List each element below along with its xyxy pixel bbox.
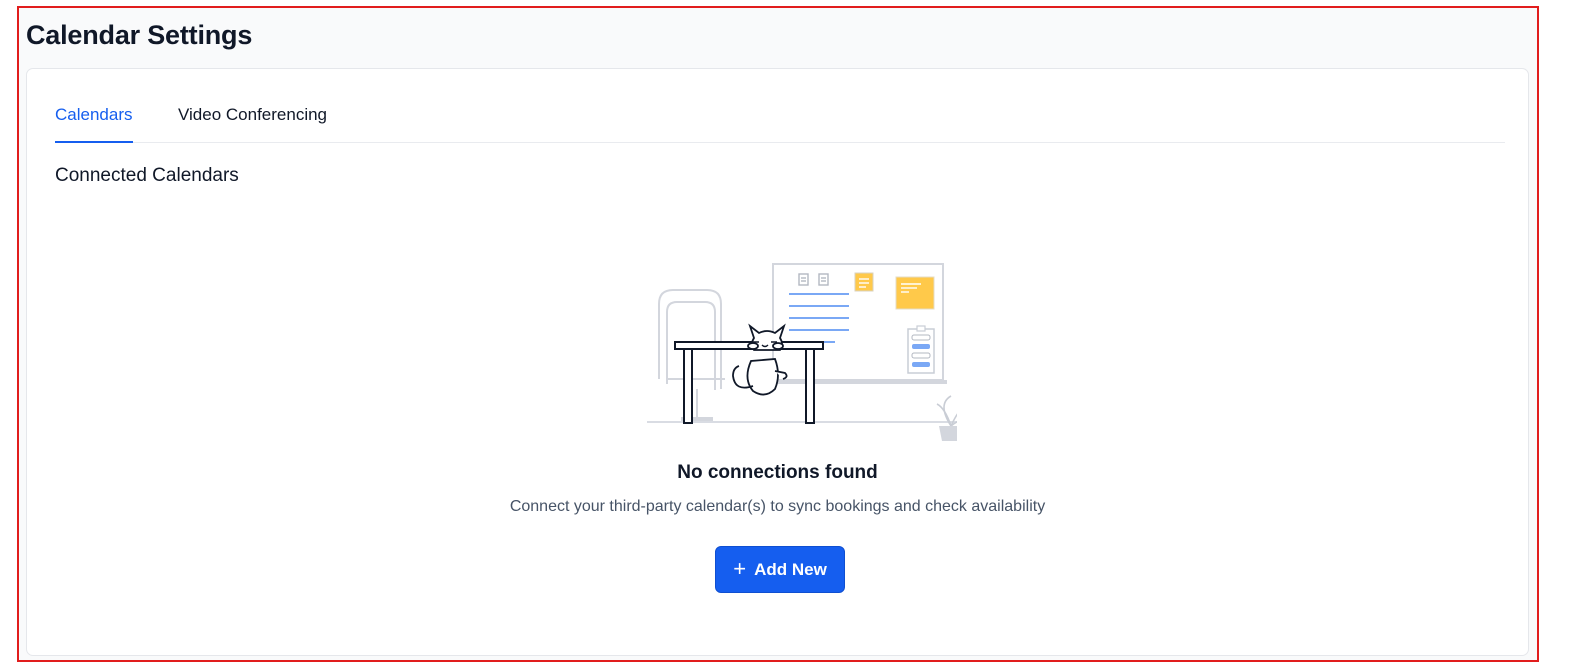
settings-card: Calendars Video Conferencing Connected C…	[26, 68, 1529, 656]
empty-state-subtitle: Connect your third-party calendar(s) to …	[509, 498, 1046, 515]
page-title: Calendar Settings	[26, 20, 253, 50]
empty-state-title: No connections found	[677, 462, 878, 483]
tab-video-conferencing[interactable]: Video Conferencing	[178, 105, 327, 125]
section-title: Connected Calendars	[55, 165, 239, 186]
plus-icon: +	[733, 555, 747, 581]
add-new-button[interactable]: + Add New	[715, 546, 845, 593]
sticky-large	[895, 276, 935, 310]
tab-bar: Calendars Video Conferencing	[55, 69, 1505, 143]
desk-leg-left	[683, 348, 693, 424]
tab-calendars[interactable]: Calendars	[55, 105, 133, 143]
sticky-small	[854, 272, 874, 292]
cat-on-desk-illustration	[647, 263, 957, 441]
add-new-label: Add New	[754, 559, 827, 579]
desk-leg-right	[805, 348, 815, 424]
settings-frame: Calendar Settings Calendars Video Confer…	[17, 6, 1539, 662]
whiteboard-tray	[767, 380, 947, 384]
plant-pot	[939, 426, 957, 441]
